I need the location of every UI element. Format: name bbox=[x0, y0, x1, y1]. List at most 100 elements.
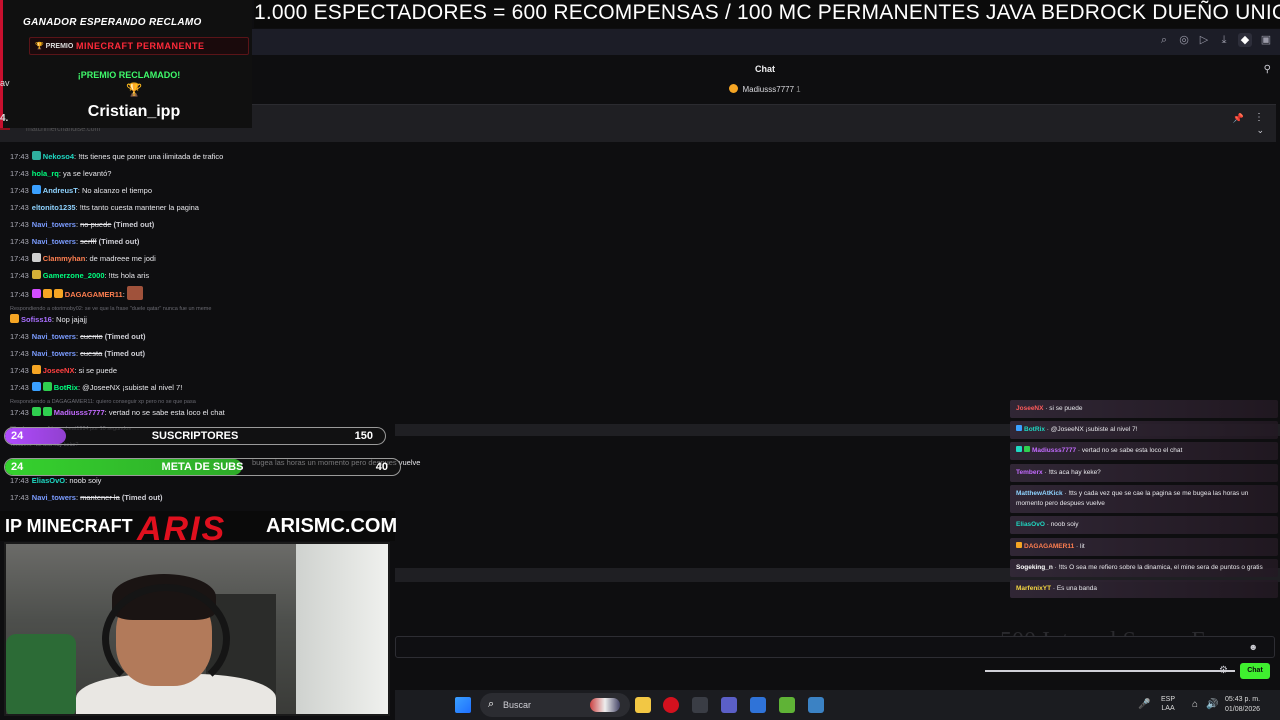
language-indicator[interactable]: ESP LAA bbox=[1161, 695, 1175, 713]
extension-icon[interactable]: ◆ bbox=[1238, 33, 1252, 47]
user-badge-icon[interactable] bbox=[31, 365, 41, 374]
message-username[interactable]: Navi_towers bbox=[32, 237, 76, 246]
user-badge-icon[interactable] bbox=[31, 253, 41, 262]
chat-input[interactable]: ☻ bbox=[395, 636, 1275, 658]
user-badge-icon[interactable] bbox=[53, 289, 63, 298]
message-timestamp: 17:43 bbox=[10, 408, 29, 417]
teams-icon[interactable] bbox=[721, 697, 737, 713]
store-icon[interactable] bbox=[750, 697, 766, 713]
chat-message: 17:43 AndreusT: No alcanzo el tiempo bbox=[10, 185, 153, 195]
chat-message: 17:43 Navi_towers: cuesta (Timed out) bbox=[10, 349, 146, 358]
message-timestamp: 17:43 bbox=[10, 220, 29, 229]
message-username[interactable]: JoseeNX bbox=[43, 366, 75, 375]
user-badge-icon[interactable] bbox=[31, 289, 41, 298]
chat-send-button[interactable]: Chat bbox=[1240, 663, 1270, 679]
calculator-icon[interactable] bbox=[808, 697, 824, 713]
chat-system-note: Respondiendo a DAGAGAMER11: quiero conse… bbox=[10, 399, 196, 405]
search-placeholder: Buscar bbox=[503, 700, 532, 710]
user-badge-icon[interactable] bbox=[31, 407, 41, 416]
message-username[interactable]: Navi_towers bbox=[32, 349, 76, 358]
message-text: no puede bbox=[80, 220, 112, 229]
download-icon[interactable]: ⤓ bbox=[1218, 33, 1230, 47]
window-blinds bbox=[296, 544, 388, 714]
taskbar-search[interactable]: ⌕ Buscar bbox=[480, 693, 630, 717]
message-text: mantener la bbox=[80, 493, 120, 502]
top-gifter-name[interactable]: Madiusss7777 bbox=[742, 85, 794, 94]
goal-target-subscribers: 150 bbox=[354, 430, 373, 442]
message-timestamp: 17:43 bbox=[10, 476, 29, 485]
overlay-chat-message: JoseeNX · si se puede bbox=[1010, 400, 1278, 418]
message-username[interactable]: Madiusss7777 bbox=[54, 408, 105, 417]
message-username[interactable]: eltonito1235 bbox=[32, 203, 76, 212]
message-text: !tts tienes que poner una ilimitada de t… bbox=[78, 152, 224, 161]
settings-gear-icon[interactable]: ⚙ bbox=[1219, 665, 1228, 676]
message-timestamp: 17:43 bbox=[10, 366, 29, 375]
taskbar-clock[interactable]: 05:43 p. m. 01/08/2026 bbox=[1225, 695, 1260, 715]
message-username[interactable]: Navi_towers bbox=[32, 332, 76, 341]
overlay-username: BotRix bbox=[1024, 426, 1045, 433]
audio-mixer-icon[interactable] bbox=[692, 697, 708, 713]
chat-title: Chat bbox=[755, 64, 775, 74]
message-username[interactable]: EliasOvO bbox=[32, 476, 65, 485]
message-text: Nop jajajj bbox=[56, 315, 87, 324]
emote-image bbox=[126, 286, 143, 300]
trophy-icon: 🏆 bbox=[126, 82, 143, 97]
file-explorer-icon[interactable] bbox=[635, 697, 651, 713]
user-badge-icon[interactable] bbox=[42, 289, 52, 298]
opera-browser-icon[interactable] bbox=[663, 697, 679, 713]
puzzle-icon[interactable]: ▣ bbox=[1260, 33, 1272, 47]
user-badge-icon[interactable] bbox=[31, 382, 41, 391]
volume-slider-track[interactable] bbox=[985, 670, 1235, 672]
message-username[interactable]: AndreusT bbox=[43, 186, 78, 195]
user-badge-icon[interactable] bbox=[42, 407, 52, 416]
top-gifter-row: Madiusss7777 1 bbox=[250, 84, 1280, 100]
message-username[interactable]: hola_rq bbox=[32, 169, 59, 178]
overlay-badge-icon bbox=[1024, 446, 1030, 452]
message-username[interactable]: Navi_towers bbox=[32, 493, 76, 502]
message-timestamp: 17:43 bbox=[10, 349, 29, 358]
message-timestamp: 17:43 bbox=[10, 332, 29, 341]
overlay-chat-message: BotRix · @JoseeNX ¡subiste al nivel 7! bbox=[1010, 421, 1278, 439]
chevron-down-icon[interactable]: ⌄ bbox=[1256, 125, 1264, 136]
headset bbox=[102, 584, 230, 694]
message-username[interactable]: Gamerzone_2000 bbox=[43, 271, 105, 280]
message-timestamp: 17:43 bbox=[10, 237, 29, 246]
more-options-icon[interactable]: ⋮ bbox=[1254, 112, 1264, 123]
microphone-icon[interactable]: 🎤 bbox=[1138, 699, 1150, 710]
play-icon[interactable]: ▷ bbox=[1198, 33, 1210, 47]
user-badge-icon[interactable] bbox=[10, 314, 19, 323]
message-username[interactable]: Nekoso4 bbox=[43, 152, 74, 161]
wifi-icon[interactable]: ⌂ bbox=[1192, 699, 1198, 710]
partial-label: av bbox=[0, 78, 10, 88]
user-badge-icon[interactable] bbox=[31, 151, 41, 160]
message-username[interactable]: Sofiss16 bbox=[21, 315, 52, 324]
chat-message: 17:43 Gamerzone_2000: !tts hola aris bbox=[10, 270, 150, 280]
message-username[interactable]: Clammyhan bbox=[43, 254, 86, 263]
search-icon[interactable]: ⌕ bbox=[1158, 33, 1170, 47]
prize-value: MINECRAFT PERMANENTE bbox=[76, 41, 205, 51]
user-badge-icon[interactable] bbox=[31, 270, 41, 279]
message-username[interactable]: BotRix bbox=[54, 383, 78, 392]
stream-screen: 1.000 ESPECTADORES = 600 RECOMPENSAS / 1… bbox=[0, 0, 1280, 720]
message-text: No alcanzo el tiempo bbox=[81, 186, 153, 195]
message-text: vertad no se sabe esta loco el chat bbox=[108, 408, 225, 417]
user-badge-icon[interactable] bbox=[42, 382, 52, 391]
chat-message: 17:43 Navi_towers: no puede (Timed out) bbox=[10, 220, 155, 229]
message-text: @JoseeNX ¡subiste al nivel 7! bbox=[82, 383, 183, 392]
shield-icon[interactable]: ◎ bbox=[1178, 33, 1190, 47]
volume-icon[interactable]: 🔊 bbox=[1206, 699, 1218, 710]
windows-start-icon[interactable] bbox=[455, 697, 471, 713]
browser-toolbar-icons: ⌕ ◎ ▷ ⤓ ◆ ▣ bbox=[1158, 33, 1272, 47]
minecraft-icon[interactable] bbox=[779, 697, 795, 713]
message-username[interactable]: Navi_towers bbox=[32, 220, 76, 229]
emote-picker-icon[interactable]: ☻ bbox=[1249, 642, 1258, 652]
message-timestamp: 17:43 bbox=[10, 254, 29, 263]
chat-message: 17:43 Clammyhan: de madreee me jodi bbox=[10, 253, 156, 263]
message-text: serfff bbox=[80, 237, 97, 246]
user-settings-icon[interactable]: ⚲ bbox=[1264, 64, 1271, 75]
pin-icon[interactable]: 📌 bbox=[1233, 113, 1244, 124]
chat-message: 17:43 Navi_towers: serfff (Timed out) bbox=[10, 237, 140, 246]
overlay-badge-icon bbox=[1016, 542, 1022, 548]
user-badge-icon[interactable] bbox=[31, 185, 41, 194]
message-username[interactable]: DAGAGAMER11 bbox=[65, 290, 123, 299]
